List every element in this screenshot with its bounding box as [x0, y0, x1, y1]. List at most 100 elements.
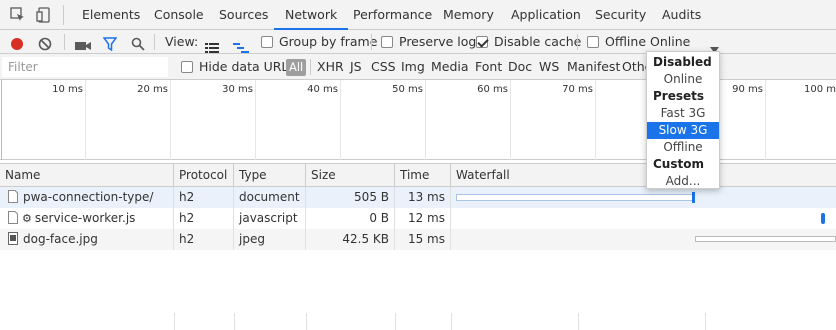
checkbox-box[interactable] — [181, 61, 193, 73]
type-filter-media[interactable]: Media — [431, 54, 469, 80]
tab-console[interactable]: Console — [154, 0, 204, 30]
request-size: 505 B — [306, 187, 395, 208]
group-by-frame-checkbox[interactable]: Group by frame — [261, 30, 377, 54]
disable-cache-label: Disable cache — [494, 34, 582, 49]
column-header-size[interactable]: Size — [306, 164, 395, 186]
checkbox-box[interactable] — [261, 36, 273, 48]
overview-gridline — [425, 80, 426, 160]
tab-audits[interactable]: Audits — [662, 0, 701, 30]
overview-tick: 10 ms — [52, 84, 83, 95]
request-size: 42.5 KB — [306, 229, 395, 250]
filter-divider — [310, 59, 311, 75]
hide-data-urls-label: Hide data URLs — [199, 59, 295, 74]
dropdown-option-fast-3g[interactable]: Fast 3G — [647, 105, 719, 122]
type-filter-ws[interactable]: WS — [539, 54, 559, 80]
overview-tick: 30 ms — [222, 84, 253, 95]
filter-funnel-icon[interactable] — [102, 35, 118, 52]
request-name[interactable]: ⚙ service-worker.js — [0, 208, 174, 229]
video-camera-icon[interactable] — [74, 36, 92, 50]
overview-tick: 50 ms — [392, 84, 423, 95]
type-filter-manifest[interactable]: Manifest — [567, 54, 620, 80]
column-header-time[interactable]: Time — [395, 164, 451, 186]
overview-gridline — [510, 80, 511, 160]
table-row[interactable]: dog-face.jpg h2 jpeg 42.5 KB 15 ms — [0, 229, 836, 250]
request-protocol: h2 — [174, 208, 234, 229]
column-header-type[interactable]: Type — [234, 164, 306, 186]
overview-tick: 90 ms — [732, 84, 763, 95]
type-filter-css[interactable]: CSS — [371, 54, 396, 80]
dropdown-option-add[interactable]: Add... — [647, 173, 719, 190]
request-type: document — [234, 187, 306, 208]
dropdown-option-slow-3g[interactable]: Slow 3G — [647, 122, 719, 139]
hide-data-urls-checkbox[interactable]: Hide data URLs — [181, 54, 295, 80]
clear-icon[interactable] — [38, 35, 52, 51]
preserve-log-checkbox[interactable]: Preserve log — [381, 30, 476, 54]
type-filter-doc[interactable]: Doc — [508, 54, 532, 80]
waterfall-bar — [821, 213, 825, 224]
checkbox-box[interactable] — [587, 36, 599, 48]
waterfall-bar-end — [692, 192, 695, 203]
overview-left-edge — [1, 80, 2, 160]
disable-cache-checkbox[interactable]: Disable cache — [476, 30, 581, 54]
throttling-dropdown-menu: Disabled Online Presets Fast 3G Slow 3G … — [646, 51, 720, 189]
overview-tick: 20 ms — [137, 84, 168, 95]
tab-security[interactable]: Security — [595, 0, 646, 30]
overview-gridline — [340, 80, 341, 160]
overview-gridline — [255, 80, 256, 160]
type-filter-xhr[interactable]: XHR — [317, 54, 344, 80]
request-type: jpeg — [234, 229, 306, 250]
overview-tick: 60 ms — [477, 84, 508, 95]
type-filter-img[interactable]: Img — [401, 54, 425, 80]
record-button[interactable] — [10, 35, 24, 50]
dropdown-group-custom: Custom — [653, 157, 704, 171]
document-file-icon — [8, 211, 18, 224]
tab-memory[interactable]: Memory — [443, 0, 494, 30]
dropdown-option-offline[interactable]: Offline — [647, 139, 719, 156]
column-header-protocol[interactable]: Protocol — [174, 164, 234, 186]
dropdown-option-online[interactable]: Online — [647, 71, 719, 88]
overview-tick: 100 m — [803, 84, 836, 95]
chevron-down-icon[interactable] — [710, 38, 719, 53]
search-icon[interactable] — [131, 35, 145, 51]
overview-tick: 40 ms — [307, 84, 338, 95]
tab-application[interactable]: Application — [511, 0, 581, 30]
filter-input[interactable] — [2, 57, 168, 77]
empty-row — [0, 250, 836, 271]
table-row[interactable]: pwa-connection-type/ h2 document 505 B 1… — [0, 187, 836, 208]
request-name-text: dog-face.jpg — [23, 232, 98, 246]
checkbox-box-checked[interactable] — [476, 36, 488, 48]
overview-gridline — [765, 80, 766, 160]
preserve-log-label: Preserve log — [399, 34, 477, 49]
device-toolbar-icon[interactable] — [35, 6, 53, 24]
group-by-frame-label: Group by frame — [279, 34, 378, 49]
type-filter-js[interactable]: JS — [350, 54, 362, 80]
column-header-name[interactable]: Name — [0, 164, 174, 186]
dropdown-group-presets: Presets — [653, 89, 705, 103]
overview-gridline — [85, 80, 86, 160]
inspect-element-icon[interactable] — [9, 6, 27, 24]
request-time: 12 ms — [395, 208, 451, 229]
toolbar-divider — [577, 34, 578, 50]
tab-sources[interactable]: Sources — [219, 0, 268, 30]
dropdown-group-disabled: Disabled — [653, 55, 712, 69]
type-filter-all[interactable]: All — [286, 59, 307, 76]
table-row[interactable]: ⚙ service-worker.js h2 javascript 0 B 12 … — [0, 208, 836, 229]
tab-performance[interactable]: Performance — [353, 0, 432, 30]
waterfall-overview-icon[interactable] — [233, 37, 249, 53]
request-size: 0 B — [306, 208, 395, 229]
request-protocol: h2 — [174, 187, 234, 208]
tab-network[interactable]: Network — [274, 0, 349, 30]
service-worker-gear-icon: ⚙ — [22, 212, 32, 225]
column-header-waterfall[interactable]: Waterfall — [451, 164, 836, 186]
toolbar-divider — [154, 34, 155, 50]
view-label: View: — [165, 34, 199, 49]
large-rows-icon[interactable] — [205, 37, 219, 53]
toolbar-divider — [64, 34, 65, 50]
checkbox-box[interactable] — [381, 36, 393, 48]
type-filter-font[interactable]: Font — [475, 54, 502, 80]
offline-checkbox[interactable]: Offline — [587, 30, 646, 54]
tab-elements[interactable]: Elements — [82, 0, 140, 30]
request-name[interactable]: pwa-connection-type/ — [0, 187, 174, 208]
request-name[interactable]: dog-face.jpg — [0, 229, 174, 250]
overview-gridline — [595, 80, 596, 160]
